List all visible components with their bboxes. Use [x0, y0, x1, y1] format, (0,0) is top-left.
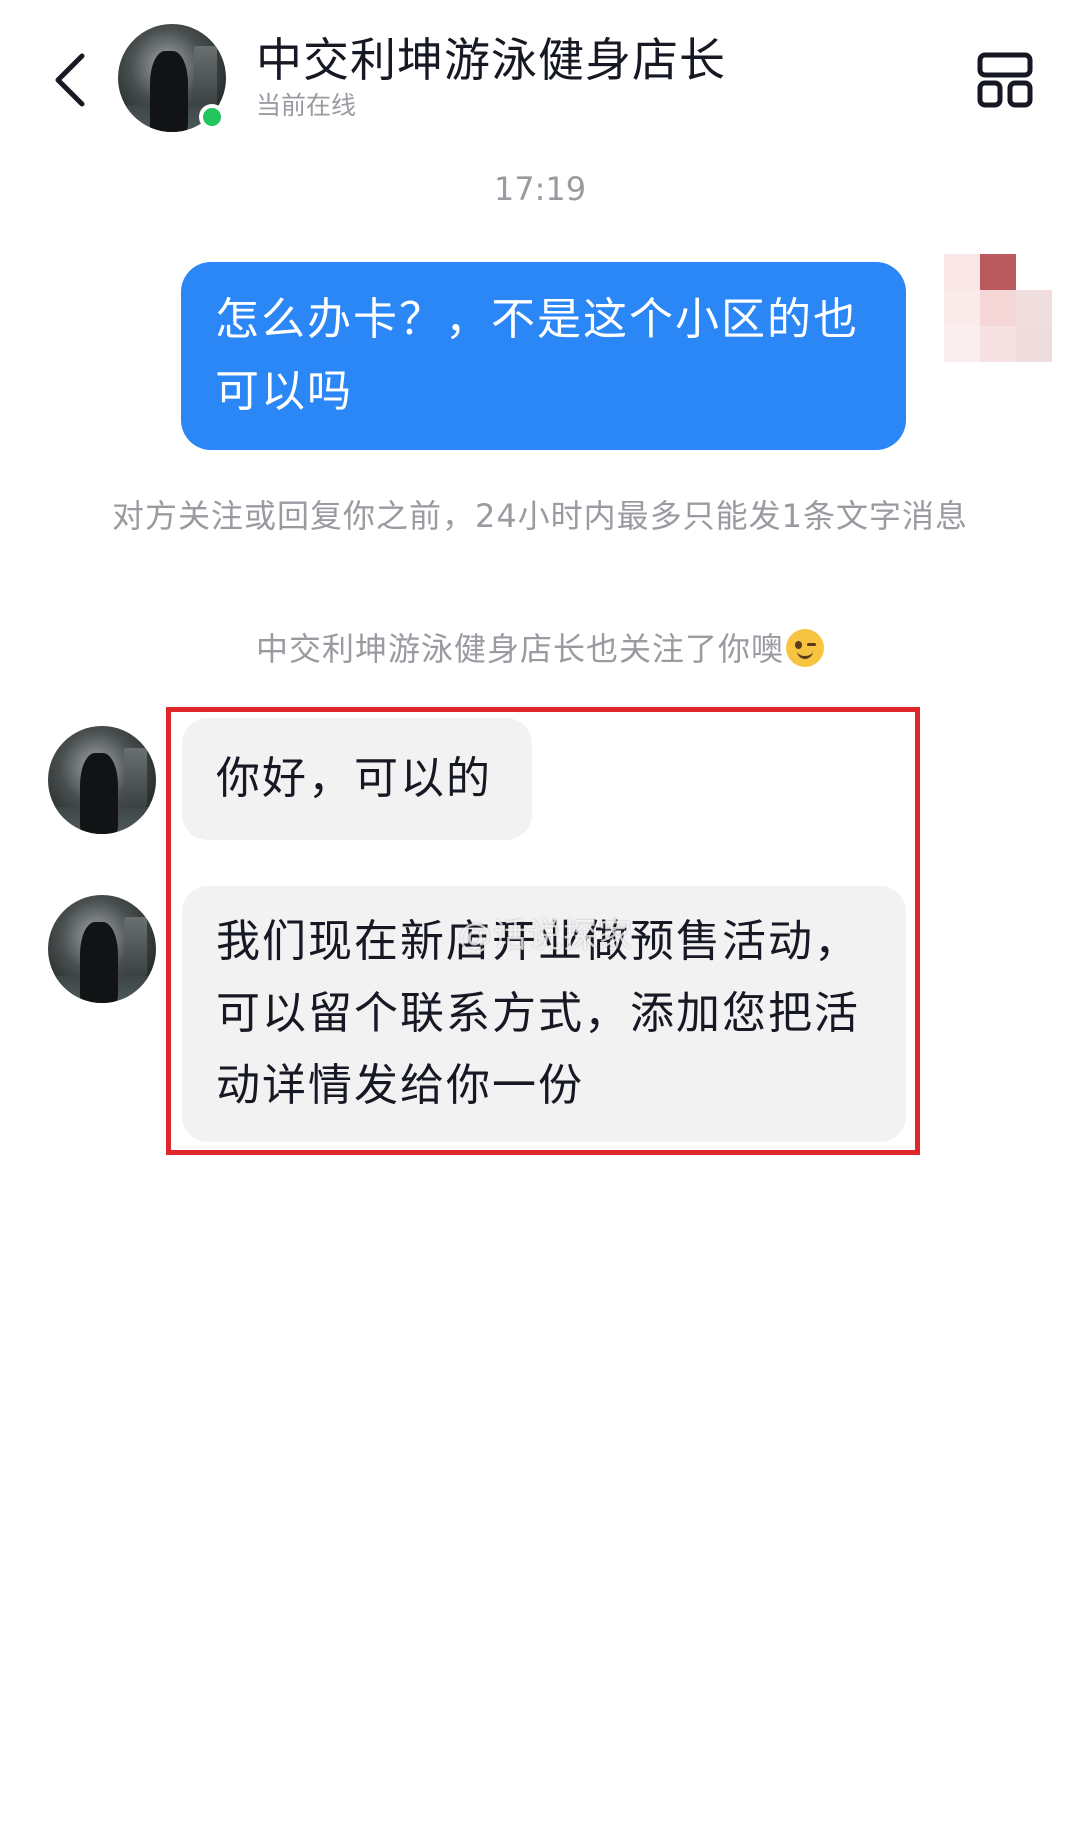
my-avatar[interactable] [944, 254, 1054, 364]
contact-name[interactable]: 中交利坤游泳健身店长 [256, 32, 726, 88]
message-timestamp: 17:19 [493, 170, 587, 208]
incoming-message-bubble[interactable]: 你好，可以的 [182, 718, 532, 840]
follow-notice-text: 中交利坤游泳健身店长也关注了你噢 [255, 630, 784, 668]
outgoing-message-bubble[interactable]: 怎么办卡？，不是这个小区的也可以吗 [181, 262, 906, 450]
online-status-text: 当前在线 [256, 91, 357, 120]
wink-emoji-icon [786, 629, 824, 667]
online-status-indicator [199, 104, 225, 130]
messaging-limit-notice: 对方关注或回复你之前，24小时内最多只能发1条文字消息 [111, 497, 969, 535]
watermark: @话说探家 [458, 916, 633, 956]
chevron-left-icon [55, 53, 85, 107]
contact-avatar-message[interactable] [48, 895, 156, 1003]
follow-notice: 中交利坤游泳健身店长也关注了你噢 [0, 627, 1080, 671]
chat-header: 中交利坤游泳健身店长 当前在线 [0, 0, 1080, 140]
contact-avatar-message[interactable] [48, 726, 156, 834]
more-options-button[interactable] [975, 50, 1035, 110]
back-button[interactable] [40, 40, 100, 120]
layout-grid-icon [977, 52, 1033, 108]
